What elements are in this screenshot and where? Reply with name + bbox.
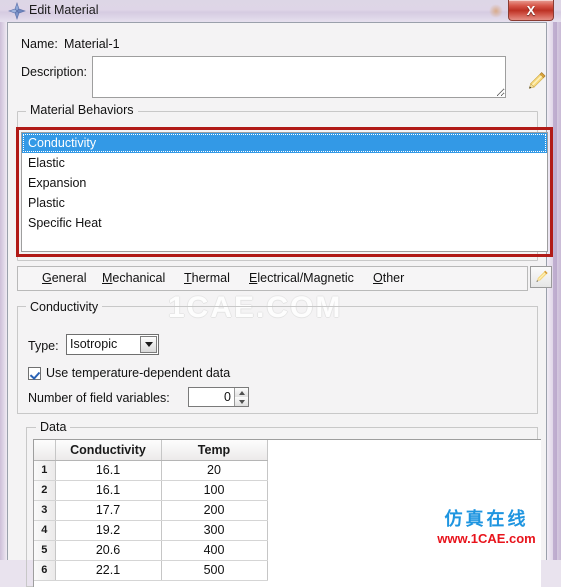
edit-behavior-button[interactable] bbox=[530, 266, 552, 288]
tab-label: eneral bbox=[51, 271, 87, 285]
table-row[interactable]: 5 20.6 400 bbox=[34, 540, 268, 561]
description-input[interactable] bbox=[92, 56, 506, 98]
name-label: Name: bbox=[21, 37, 58, 51]
cell-temp[interactable]: 200 bbox=[161, 500, 268, 521]
cell-temp[interactable]: 500 bbox=[161, 560, 268, 581]
column-header-temp: Temp bbox=[161, 440, 268, 461]
table-row[interactable]: 6 22.1 500 bbox=[34, 560, 268, 581]
conductivity-type-value: Isotropic bbox=[70, 337, 118, 351]
tab-label: ther bbox=[382, 271, 405, 285]
row-number: 2 bbox=[34, 480, 56, 501]
cell-conductivity[interactable]: 20.6 bbox=[55, 540, 162, 561]
cell-temp[interactable]: 20 bbox=[161, 460, 268, 481]
material-name-value: Material-1 bbox=[64, 37, 120, 51]
stepper-down-icon[interactable] bbox=[234, 397, 248, 406]
abaqus-diamond-icon bbox=[8, 2, 26, 20]
list-item[interactable]: Elastic bbox=[22, 153, 547, 173]
window-frame-right-accent bbox=[553, 0, 557, 560]
data-table: Conductivity Temp 1 16.1 20 2 16.1 100 3… bbox=[34, 440, 268, 581]
conductivity-legend: Conductivity bbox=[26, 300, 103, 314]
tab-electrical-magnetic[interactable]: Electrical/Magnetic bbox=[249, 271, 354, 285]
tab-mnemonic: O bbox=[373, 271, 383, 285]
tab-general[interactable]: General bbox=[42, 271, 86, 285]
tab-label: lectrical/Magnetic bbox=[257, 271, 354, 285]
application-window: Edit Material X Name: Material-1 Descrip… bbox=[0, 0, 561, 587]
number-of-field-variables-value[interactable]: 0 bbox=[189, 388, 234, 406]
material-behaviors-list[interactable]: Conductivity Elastic Expansion Plastic S… bbox=[21, 132, 548, 252]
cell-conductivity[interactable]: 22.1 bbox=[55, 560, 162, 581]
table-row[interactable]: 3 17.7 200 bbox=[34, 500, 268, 521]
list-item[interactable]: Plastic bbox=[22, 193, 547, 213]
window-frame-left-edge bbox=[0, 0, 7, 560]
material-behaviors-legend: Material Behaviors bbox=[26, 103, 138, 117]
cell-temp[interactable]: 400 bbox=[161, 540, 268, 561]
number-of-field-variables-stepper[interactable]: 0 bbox=[188, 387, 249, 407]
cell-conductivity[interactable]: 16.1 bbox=[55, 460, 162, 481]
stepper-up-icon[interactable] bbox=[234, 388, 248, 397]
window-title: Edit Material bbox=[29, 3, 99, 17]
close-button[interactable]: X bbox=[508, 0, 554, 21]
cell-conductivity[interactable]: 19.2 bbox=[55, 520, 162, 541]
table-row[interactable]: 4 19.2 300 bbox=[34, 520, 268, 541]
checkbox-box[interactable] bbox=[28, 366, 41, 380]
row-number: 4 bbox=[34, 520, 56, 541]
chevron-down-icon[interactable] bbox=[140, 336, 157, 353]
tab-mnemonic: M bbox=[102, 271, 113, 285]
data-legend: Data bbox=[36, 420, 71, 434]
title-bar[interactable]: Edit Material X bbox=[0, 0, 561, 22]
checkbox-label: Use temperature-dependent data bbox=[46, 366, 231, 380]
table-row[interactable]: 2 16.1 100 bbox=[34, 480, 268, 501]
cell-conductivity[interactable]: 16.1 bbox=[55, 480, 162, 501]
tab-mnemonic: G bbox=[42, 271, 52, 285]
row-number: 3 bbox=[34, 500, 56, 521]
cell-conductivity[interactable]: 17.7 bbox=[55, 500, 162, 521]
edit-description-pencil-icon[interactable] bbox=[523, 68, 549, 94]
list-item[interactable]: Expansion bbox=[22, 173, 547, 193]
list-item[interactable]: Conductivity bbox=[22, 133, 547, 153]
tab-label: echanical bbox=[112, 271, 166, 285]
close-icon: X bbox=[526, 2, 536, 18]
column-header-conductivity: Conductivity bbox=[55, 440, 162, 461]
table-corner-cell bbox=[34, 440, 56, 461]
row-number: 5 bbox=[34, 540, 56, 561]
row-number: 6 bbox=[34, 560, 56, 581]
description-label: Description: bbox=[21, 65, 87, 79]
stepper-buttons[interactable] bbox=[234, 388, 248, 406]
cell-temp[interactable]: 100 bbox=[161, 480, 268, 501]
property-tab-bar: General Mechanical Thermal Electrical/Ma… bbox=[17, 266, 528, 291]
tab-thermal[interactable]: Thermal bbox=[184, 271, 230, 285]
number-of-field-variables-label: Number of field variables: bbox=[28, 391, 170, 405]
table-header-row: Conductivity Temp bbox=[34, 440, 268, 461]
data-table-container[interactable]: Conductivity Temp 1 16.1 20 2 16.1 100 3… bbox=[33, 439, 541, 587]
list-item[interactable]: Specific Heat bbox=[22, 213, 547, 233]
tab-mnemonic: T bbox=[184, 271, 192, 285]
tab-other[interactable]: Other bbox=[373, 271, 404, 285]
title-bar-glow bbox=[489, 4, 503, 18]
use-temperature-dependent-data-checkbox[interactable]: Use temperature-dependent data bbox=[28, 366, 230, 380]
tab-label: hermal bbox=[191, 271, 230, 285]
type-label: Type: bbox=[28, 339, 59, 353]
dialog-content: Name: Material-1 Description: Material B… bbox=[7, 22, 553, 587]
pencil-icon bbox=[536, 270, 548, 282]
tab-mechanical[interactable]: Mechanical bbox=[102, 271, 165, 285]
cell-temp[interactable]: 300 bbox=[161, 520, 268, 541]
table-row[interactable]: 1 16.1 20 bbox=[34, 460, 268, 481]
row-number: 1 bbox=[34, 460, 56, 481]
conductivity-type-dropdown[interactable]: Isotropic bbox=[66, 334, 159, 355]
